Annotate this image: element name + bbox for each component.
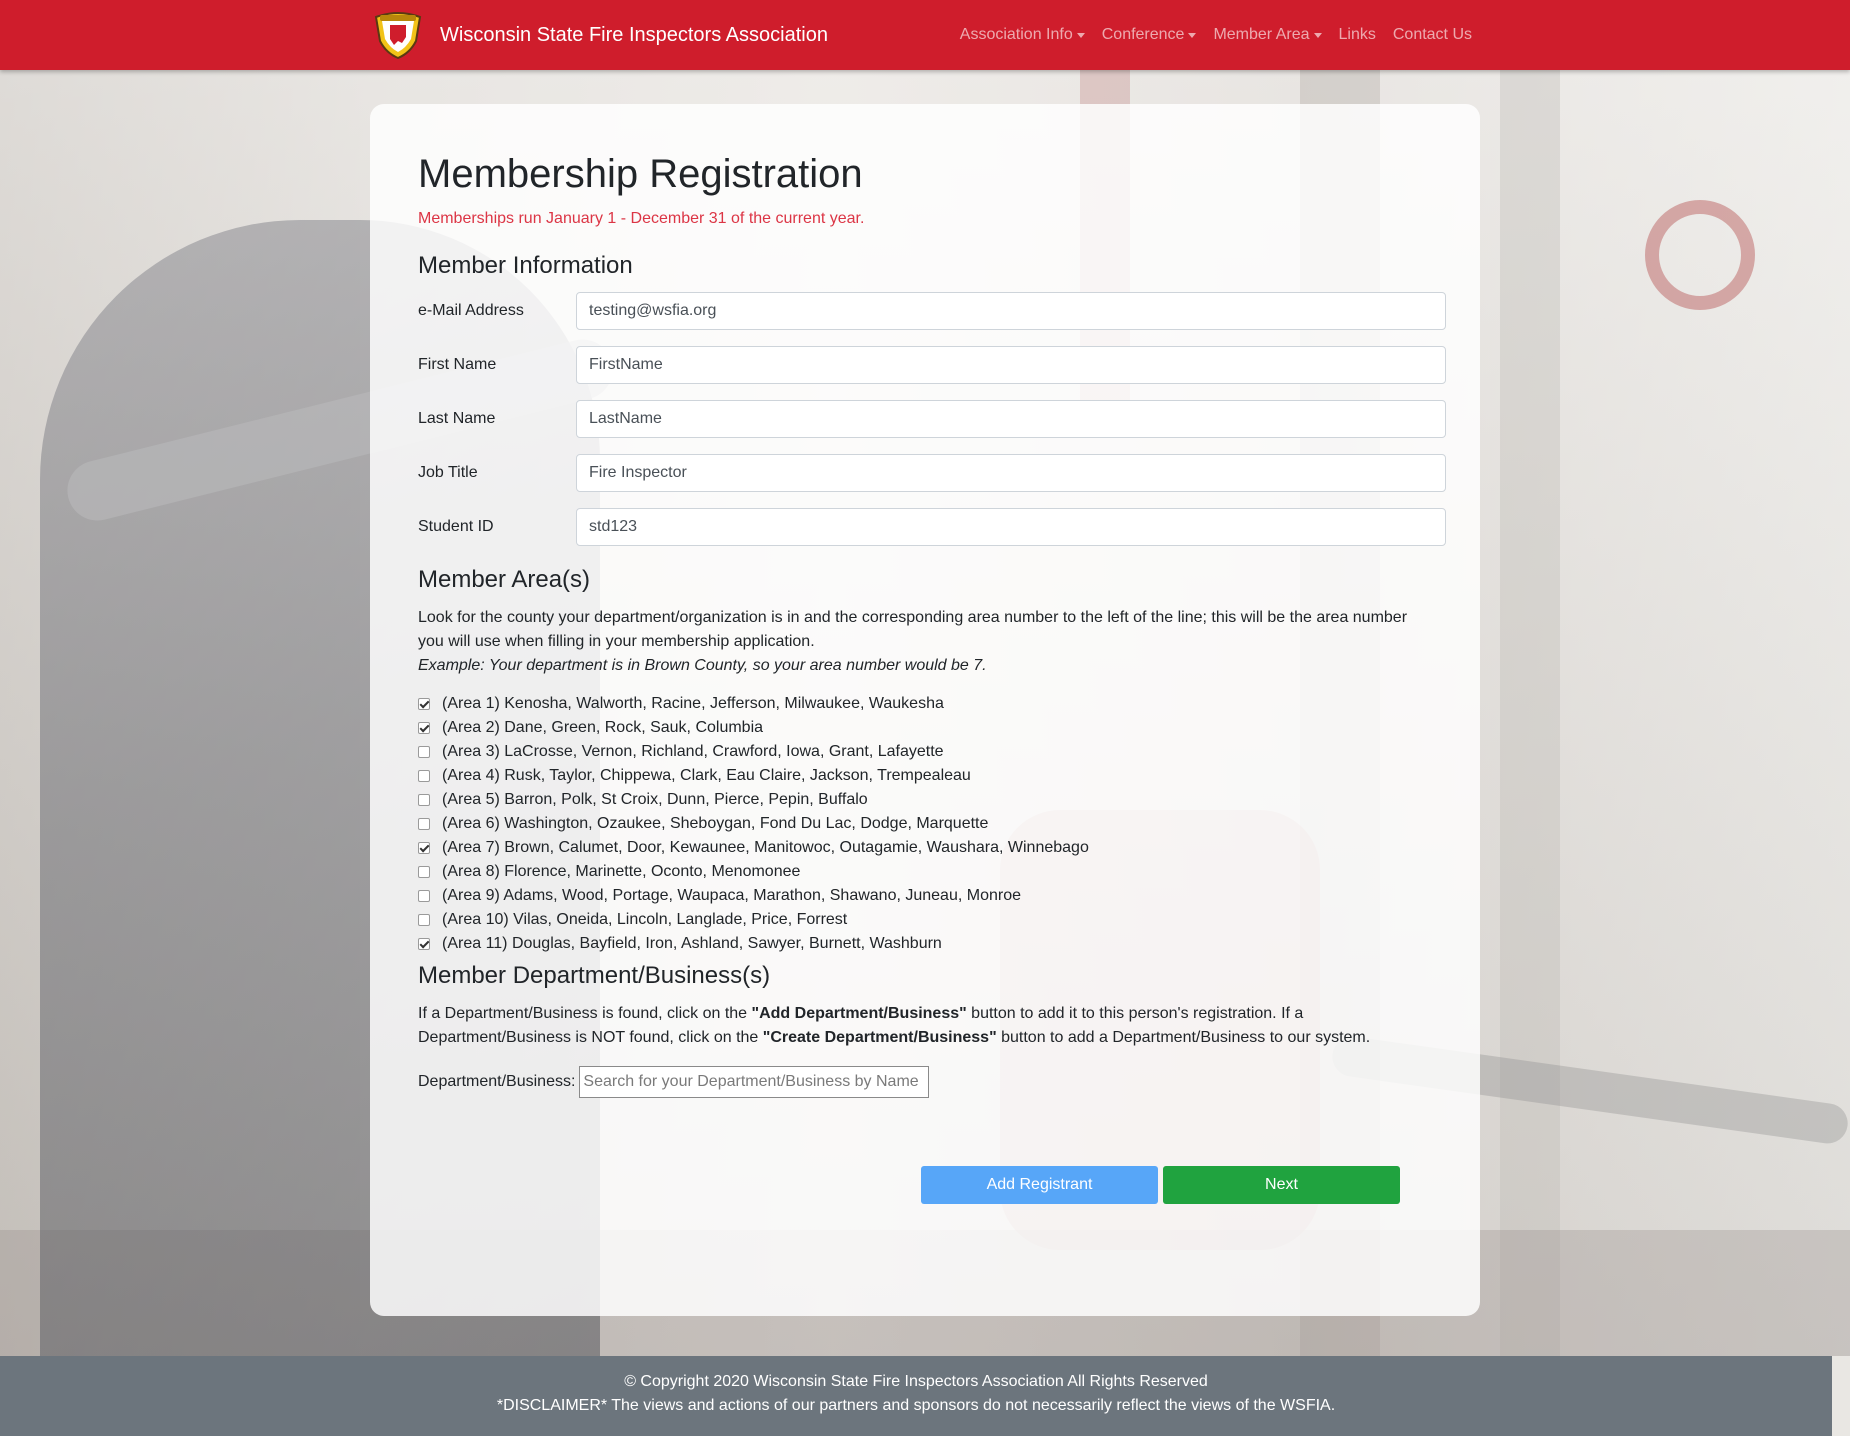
- nav-association-info[interactable]: Association Info: [960, 26, 1085, 44]
- area-1-option[interactable]: (Area 1) Kenosha, Walworth, Racine, Jeff…: [418, 692, 1428, 716]
- wsfia-shield-logo-icon: [370, 11, 426, 59]
- nav-member-area[interactable]: Member Area: [1213, 26, 1322, 44]
- nav-member-area-label: Member Area: [1213, 26, 1310, 43]
- area-3-checkbox[interactable]: [418, 746, 430, 758]
- student-id-row: Student ID std123: [418, 508, 1446, 546]
- area-5-label: (Area 5) Barron, Polk, St Croix, Dunn, P…: [442, 791, 868, 808]
- email-label: e-Mail Address: [418, 302, 524, 319]
- add-registrant-button[interactable]: Add Registrant: [921, 1166, 1158, 1204]
- nav-contact-us-label: Contact Us: [1392, 26, 1472, 43]
- area-2-option[interactable]: (Area 2) Dane, Green, Rock, Sauk, Columb…: [418, 716, 1428, 740]
- department-search-label: Department/Business:: [418, 1073, 576, 1090]
- member-areas-instructions: Look for the county your department/orga…: [418, 606, 1428, 678]
- departments-instructions: If a Department/Business is found, click…: [418, 1002, 1378, 1050]
- first-name-field[interactable]: FirstName: [576, 346, 1446, 384]
- brand-link[interactable]: Wisconsin State Fire Inspectors Associat…: [370, 9, 828, 61]
- member-areas-instructions-text: Look for the county your department/orga…: [418, 609, 1408, 650]
- create-department-reference: "Create Department/Business": [762, 1029, 997, 1046]
- area-2-label: (Area 2) Dane, Green, Rock, Sauk, Columb…: [442, 719, 764, 736]
- registration-card: Membership Registration Memberships run …: [370, 104, 1480, 1316]
- nav-links[interactable]: Links: [1339, 26, 1376, 44]
- first-name-row: First Name FirstName: [418, 346, 1446, 384]
- caret-down-icon: [1076, 32, 1085, 38]
- student-id-field[interactable]: std123: [576, 508, 1446, 546]
- member-information-heading: Member Information: [418, 252, 633, 279]
- background-pipe: [1500, 70, 1560, 1356]
- page-title: Membership Registration: [418, 152, 863, 196]
- area-10-checkbox[interactable]: [418, 914, 430, 926]
- area-3-option[interactable]: (Area 3) LaCrosse, Vernon, Richland, Cra…: [418, 740, 1428, 764]
- area-5-checkbox[interactable]: [418, 794, 430, 806]
- department-search-row: Department/Business: Search for your Dep…: [418, 1066, 930, 1098]
- member-areas-example: Example: Your department is in Brown Cou…: [418, 657, 987, 674]
- departments-text-1: If a Department/Business is found, click…: [418, 1005, 752, 1022]
- area-8-checkbox[interactable]: [418, 866, 430, 878]
- area-9-checkbox[interactable]: [418, 890, 430, 902]
- area-4-checkbox[interactable]: [418, 770, 430, 782]
- caret-down-icon: [1313, 32, 1322, 38]
- job-title-row: Job Title Fire Inspector: [418, 454, 1446, 492]
- email-row: e-Mail Address testing@wsfia.org: [418, 292, 1446, 330]
- last-name-label: Last Name: [418, 410, 496, 427]
- last-name-field[interactable]: LastName: [576, 400, 1446, 438]
- area-4-label: (Area 4) Rusk, Taylor, Chippewa, Clark, …: [442, 767, 971, 784]
- nav-conference[interactable]: Conference: [1102, 26, 1197, 44]
- area-8-label: (Area 8) Florence, Marinette, Oconto, Me…: [442, 863, 801, 880]
- area-8-option[interactable]: (Area 8) Florence, Marinette, Oconto, Me…: [418, 860, 1428, 884]
- caret-down-icon: [1188, 32, 1197, 38]
- job-title-label: Job Title: [418, 464, 478, 481]
- area-9-label: (Area 9) Adams, Wood, Portage, Waupaca, …: [442, 887, 1021, 904]
- area-5-option[interactable]: (Area 5) Barron, Polk, St Croix, Dunn, P…: [418, 788, 1428, 812]
- membership-period-note: Memberships run January 1 - December 31 …: [418, 210, 865, 227]
- top-navbar: Wisconsin State Fire Inspectors Associat…: [0, 0, 1850, 70]
- area-6-label: (Area 6) Washington, Ozaukee, Sheboygan,…: [442, 815, 989, 832]
- department-search-input[interactable]: Search for your Department/Business by N…: [579, 1066, 930, 1098]
- last-name-row: Last Name LastName: [418, 400, 1446, 438]
- area-1-checkbox[interactable]: [418, 698, 430, 710]
- departments-text-3: button to add a Department/Business to o…: [996, 1029, 1371, 1046]
- student-id-label: Student ID: [418, 518, 494, 535]
- area-9-option[interactable]: (Area 9) Adams, Wood, Portage, Waupaca, …: [418, 884, 1428, 908]
- email-field[interactable]: testing@wsfia.org: [576, 292, 1446, 330]
- area-10-option[interactable]: (Area 10) Vilas, Oneida, Lincoln, Langla…: [418, 908, 1428, 932]
- area-11-label: (Area 11) Douglas, Bayfield, Iron, Ashla…: [442, 935, 942, 952]
- area-4-option[interactable]: (Area 4) Rusk, Taylor, Chippewa, Clark, …: [418, 764, 1428, 788]
- member-areas-heading: Member Area(s): [418, 566, 591, 593]
- member-departments-heading: Member Department/Business(s): [418, 962, 771, 989]
- brand-name: Wisconsin State Fire Inspectors Associat…: [440, 23, 828, 46]
- area-7-label: (Area 7) Brown, Calumet, Door, Kewaunee,…: [442, 839, 1089, 856]
- add-department-reference: "Add Department/Business": [751, 1005, 967, 1022]
- area-2-checkbox[interactable]: [418, 722, 430, 734]
- area-6-option[interactable]: (Area 6) Washington, Ozaukee, Sheboygan,…: [418, 812, 1428, 836]
- area-7-checkbox[interactable]: [418, 842, 430, 854]
- area-7-option[interactable]: (Area 7) Brown, Calumet, Door, Kewaunee,…: [418, 836, 1428, 860]
- nav-association-info-label: Association Info: [959, 26, 1073, 43]
- nav-menu: Association Info Conference Member Area …: [943, 0, 1472, 70]
- page-footer: © Copyright 2020 Wisconsin State Fire In…: [0, 1356, 1832, 1436]
- area-11-option[interactable]: (Area 11) Douglas, Bayfield, Iron, Ashla…: [418, 932, 1428, 956]
- job-title-field[interactable]: Fire Inspector: [576, 454, 1446, 492]
- nav-contact-us[interactable]: Contact Us: [1393, 26, 1472, 44]
- nav-conference-label: Conference: [1101, 26, 1185, 43]
- member-areas-list: (Area 1) Kenosha, Walworth, Racine, Jeff…: [418, 692, 1428, 956]
- footer-disclaimer: *DISCLAIMER* The views and actions of ou…: [496, 1397, 1336, 1414]
- page-edge: [1832, 1356, 1850, 1436]
- background-valve-wheel: [1645, 200, 1755, 310]
- area-10-label: (Area 10) Vilas, Oneida, Lincoln, Langla…: [442, 911, 848, 928]
- first-name-label: First Name: [418, 356, 497, 373]
- area-1-label: (Area 1) Kenosha, Walworth, Racine, Jeff…: [442, 695, 944, 712]
- area-11-checkbox[interactable]: [418, 938, 430, 950]
- nav-links-label: Links: [1338, 26, 1376, 43]
- footer-copyright: © Copyright 2020 Wisconsin State Fire In…: [624, 1373, 1208, 1390]
- area-6-checkbox[interactable]: [418, 818, 430, 830]
- area-3-label: (Area 3) LaCrosse, Vernon, Richland, Cra…: [442, 743, 944, 760]
- next-button[interactable]: Next: [1163, 1166, 1400, 1204]
